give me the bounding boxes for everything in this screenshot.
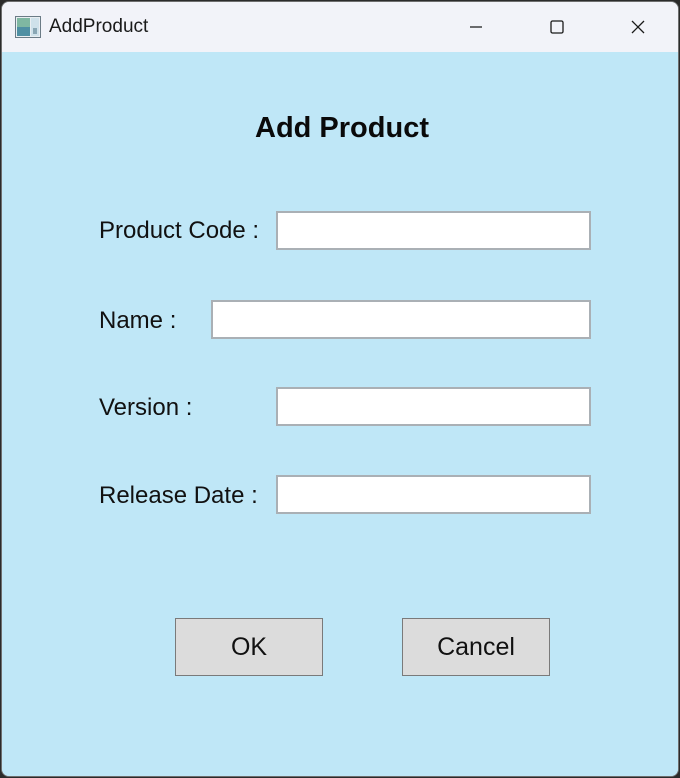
window-title: AddProduct <box>49 16 149 37</box>
maximize-icon <box>550 20 564 34</box>
name-input[interactable] <box>211 300 591 339</box>
close-icon <box>631 20 645 34</box>
version-label: Version : <box>99 394 193 421</box>
form-heading: Add Product <box>255 112 429 144</box>
app-window-icon <box>15 16 41 38</box>
name-label: Name : <box>99 307 177 334</box>
minimize-button[interactable] <box>436 2 516 52</box>
product-code-label: Product Code : <box>99 217 260 244</box>
minimize-icon <box>470 26 482 28</box>
form-area: Add Product Product Code : Name : Versio… <box>2 52 678 776</box>
close-button[interactable] <box>598 2 678 52</box>
cancel-button[interactable]: Cancel <box>402 618 550 676</box>
maximize-button[interactable] <box>517 2 597 52</box>
title-bar[interactable]: AddProduct <box>2 2 678 52</box>
add-product-window: AddProduct Add Product Product Code : Na… <box>1 1 679 777</box>
product-code-input[interactable] <box>276 211 591 250</box>
release-date-label: Release Date : <box>99 482 258 509</box>
release-date-input[interactable] <box>276 475 591 514</box>
version-input[interactable] <box>276 387 591 426</box>
ok-button[interactable]: OK <box>175 618 323 676</box>
